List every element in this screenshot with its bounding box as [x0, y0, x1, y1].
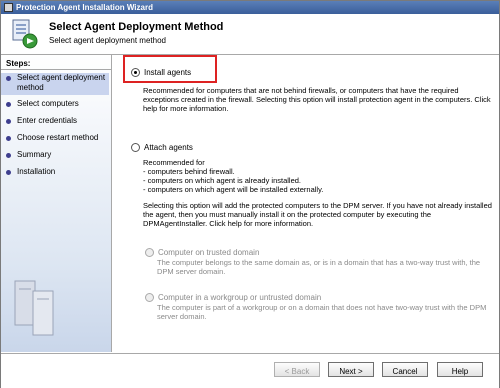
help-button[interactable]: Help [437, 362, 483, 377]
untrusted-domain-option[interactable]: Computer in a workgroup or untrusted dom… [145, 293, 322, 303]
attach-rec-header: Recommended for [143, 158, 205, 167]
untrusted-domain-radio[interactable] [145, 293, 154, 303]
step-select-deployment-method[interactable]: Select agent deployment method [1, 73, 109, 95]
step-label: Enter credentials [17, 116, 78, 125]
app-icon [4, 3, 13, 12]
title-bar: Protection Agent Installation Wizard [1, 1, 499, 14]
page-subtitle: Select agent deployment method [49, 36, 166, 45]
step-bullet-icon [6, 136, 11, 141]
cancel-button[interactable]: Cancel [382, 362, 428, 377]
step-label: Installation [17, 167, 56, 176]
untrusted-domain-label: Computer in a workgroup or untrusted dom… [158, 293, 322, 302]
attach-rec-item: - computers behind firewall. [143, 167, 235, 176]
step-enter-credentials[interactable]: Enter credentials [1, 116, 109, 128]
attach-agents-option[interactable]: Attach agents [131, 143, 193, 153]
step-choose-restart-method[interactable]: Choose restart method [1, 133, 109, 145]
attach-rec-item: - computers on which agent is already in… [143, 176, 301, 185]
trusted-domain-description: The computer belongs to the same domain … [157, 258, 481, 276]
servers-illustration-icon [14, 280, 54, 336]
wizard-window: Protection Agent Installation Wizard Sel… [0, 0, 500, 388]
back-button[interactable]: < Back [274, 362, 320, 377]
attach-agents-label: Attach agents [144, 143, 193, 152]
step-select-computers[interactable]: Select computers [1, 99, 109, 111]
attach-agents-description: Selecting this option will add the prote… [143, 201, 492, 228]
trusted-domain-option[interactable]: Computer on trusted domain [145, 248, 260, 258]
steps-heading: Steps: [6, 59, 31, 68]
step-bullet-icon [6, 119, 11, 124]
install-agents-description: Recommended for computers that are not b… [143, 86, 491, 113]
wizard-footer: < Back Next > Cancel Help [1, 353, 499, 388]
wizard-header: Select Agent Deployment Method Select ag… [1, 14, 499, 55]
highlight-box [123, 55, 217, 83]
step-installation[interactable]: Installation [1, 167, 109, 179]
step-label: Select agent deployment method [17, 73, 106, 92]
page-title: Select Agent Deployment Method [49, 21, 224, 33]
attach-agents-radio[interactable] [131, 143, 140, 153]
trusted-domain-radio[interactable] [145, 248, 154, 258]
step-bullet-icon [6, 102, 11, 107]
step-label: Summary [17, 150, 52, 159]
step-summary[interactable]: Summary [1, 150, 109, 162]
step-label: Select computers [17, 99, 79, 108]
step-bullet-icon [6, 76, 11, 81]
steps-divider [1, 69, 111, 70]
window-title: Protection Agent Installation Wizard [16, 3, 153, 12]
next-button[interactable]: Next > [328, 362, 374, 377]
step-bullet-icon [6, 170, 11, 175]
agent-deployment-icon [12, 19, 38, 49]
content-area: Install agents Recommended for computers… [113, 55, 498, 352]
trusted-domain-label: Computer on trusted domain [158, 248, 260, 257]
steps-sidebar: Steps: Select agent deployment method Se… [1, 55, 112, 352]
untrusted-domain-description: The computer is part of a workgroup or o… [157, 303, 487, 321]
step-bullet-icon [6, 153, 11, 158]
step-label: Choose restart method [17, 133, 99, 142]
attach-rec-item: - computers on which agent will be insta… [143, 185, 324, 194]
